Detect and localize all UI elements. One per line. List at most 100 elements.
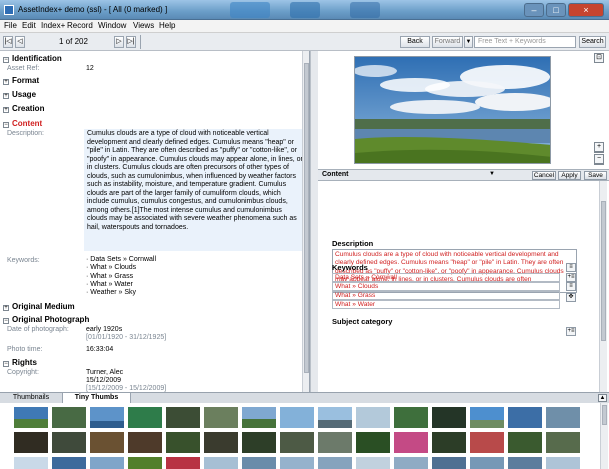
menu-help[interactable]: Help <box>159 21 175 30</box>
keywords-label: Keywords: <box>7 257 40 264</box>
menu-record[interactable]: Record <box>67 21 93 30</box>
expand-icon[interactable]: + <box>3 305 9 311</box>
toolbar: |◁ ◁ 1 of 202 ▷ ▷| Back Forward ▼ Free T… <box>0 33 609 51</box>
back-button[interactable]: Back <box>400 36 430 48</box>
forward-button[interactable]: Forward <box>432 36 463 48</box>
close-button[interactable]: × <box>568 3 604 17</box>
title-bar: AssetIndex+ demo (ssl) - [ All (0 marked… <box>0 0 609 20</box>
copyright-label: Copyright: <box>7 369 39 376</box>
thumbnail-row-1[interactable] <box>14 407 580 428</box>
menu-file[interactable]: File <box>4 21 17 30</box>
scrollbar-thumb[interactable] <box>304 63 309 373</box>
app-icon <box>4 5 14 15</box>
editor-toolbar: Content ▼ Cancel Apply Save <box>318 169 609 181</box>
expand-preview-icon[interactable]: ⊡ <box>594 53 604 63</box>
scrollbar-thumb[interactable] <box>602 405 607 425</box>
date-range-value: [01/01/1920 - 31/12/1925] <box>86 334 167 341</box>
toolbar-divider <box>140 35 141 49</box>
pin-icon[interactable]: ▲ <box>598 394 607 402</box>
expand-icon[interactable]: + <box>3 107 9 113</box>
section-original-photograph[interactable]: − Original Photograph <box>3 315 89 324</box>
description-label: Description: <box>7 130 44 137</box>
next-record-icon[interactable]: ▷ <box>114 36 124 48</box>
thumbnail-row-3[interactable] <box>14 457 580 469</box>
maximize-button[interactable]: □ <box>546 3 566 17</box>
search-mode-dropdown-icon[interactable]: ▼ <box>464 36 473 48</box>
expand-icon[interactable]: + <box>3 93 9 99</box>
collapse-icon[interactable]: − <box>3 122 9 128</box>
collapse-icon[interactable]: − <box>3 361 9 367</box>
thumbnail-grid <box>0 403 609 469</box>
first-record-icon[interactable]: |◁ <box>3 36 13 48</box>
section-original-medium[interactable]: + Original Medium <box>3 302 75 311</box>
editor-panel-label: Content <box>322 171 349 178</box>
search-button[interactable]: Search <box>579 36 606 48</box>
keyword-row[interactable]: Data Sets » Cornwall <box>332 273 560 282</box>
pane-splitter[interactable] <box>310 51 318 392</box>
keyword-row[interactable]: What » Clouds <box>332 282 560 291</box>
apply-button[interactable]: Apply <box>558 171 581 180</box>
collapse-icon[interactable]: − <box>3 57 9 63</box>
section-rights[interactable]: − Rights <box>3 358 37 367</box>
image-preview-panel: ⊡ ⟳ ▣ <box>318 51 609 169</box>
keyword-list-icon[interactable]: ≡ <box>566 282 576 291</box>
keywords-heading: Keywords <box>332 263 368 272</box>
section-format[interactable]: + Format <box>3 76 39 85</box>
keywords-list: · Data Sets » Cornwall · What » Clouds ·… <box>86 256 156 297</box>
section-identification[interactable]: − Identification <box>3 54 62 63</box>
scrollbar-thumb[interactable] <box>601 201 606 341</box>
record-position: 1 of 202 <box>59 37 88 46</box>
cancel-button[interactable]: Cancel <box>532 171 556 180</box>
keyword-item: · Weather » Sky <box>86 289 137 297</box>
keyword-row[interactable]: What » Grass <box>332 291 560 300</box>
editor-panel: Description Cumulus clouds are a type of… <box>318 181 609 392</box>
thumbnail-row-2[interactable] <box>14 432 580 453</box>
keyword-add-icon[interactable]: +≡ <box>566 273 576 282</box>
keyword-item: · What » Clouds <box>86 264 137 272</box>
thumbnail-tabs: Thumbnails Tiny Thumbs ▲ <box>0 392 609 404</box>
panel-dropdown-icon[interactable]: ▼ <box>489 171 495 177</box>
copyright-range-value: [15/12/2009 - 15/12/2009] <box>86 385 167 392</box>
landscape-photo <box>355 57 550 163</box>
zoom-in-icon[interactable]: + <box>594 142 604 152</box>
menu-views[interactable]: Views <box>133 21 154 30</box>
asset-ref-label: Asset Ref: <box>7 65 40 72</box>
keyword-item: · What » Water <box>86 280 133 288</box>
keyword-move-icon[interactable]: ✥ <box>566 293 576 302</box>
record-detail-panel: − Identification Asset Ref: 12 + Format + U… <box>0 51 310 392</box>
description-list-icon[interactable]: ≡ <box>566 263 576 272</box>
minimize-button[interactable]: – <box>524 3 544 17</box>
menu-window[interactable]: Window <box>98 21 126 30</box>
collapse-icon[interactable]: − <box>3 318 9 324</box>
subject-category-heading: Subject category <box>332 317 393 326</box>
search-input[interactable]: Free Text + Keywords <box>474 36 576 48</box>
zoom-out-icon[interactable]: − <box>594 154 604 164</box>
photo-time-value: 16:33:04 <box>86 346 114 353</box>
keyword-item: · What » Grass <box>86 272 134 280</box>
section-usage[interactable]: + Usage <box>3 90 36 99</box>
menu-edit[interactable]: Edit <box>22 21 36 30</box>
record-scrollbar[interactable] <box>302 51 309 392</box>
copyright-date-value: 15/12/2009 <box>86 377 122 384</box>
preview-image <box>354 56 551 164</box>
date-of-photograph-label: Date of photograph: <box>7 326 69 333</box>
keyword-row[interactable]: What » Water <box>332 300 560 309</box>
description-value: Cumulus clouds are a type of cloud with … <box>84 129 306 251</box>
section-creation[interactable]: + Creation <box>3 104 44 113</box>
photo-time-label: Photo time: <box>7 346 43 353</box>
keyword-item: · Data Sets » Cornwall <box>86 256 157 263</box>
window-title: AssetIndex+ demo (ssl) - [ All (0 marked… <box>18 5 168 14</box>
last-record-icon[interactable]: ▷| <box>126 36 136 48</box>
expand-icon[interactable]: + <box>3 79 9 85</box>
previous-record-icon[interactable]: ◁ <box>15 36 25 48</box>
section-content[interactable]: − Content <box>3 119 42 128</box>
thumbnail-images <box>14 407 580 469</box>
thumbnail-scrollbar[interactable] <box>600 403 608 469</box>
description-heading: Description <box>332 239 374 248</box>
menu-bar: File Edit Index+ Record Window Views Hel… <box>0 20 609 33</box>
subject-add-icon[interactable]: +≡ <box>566 327 576 336</box>
editor-scrollbar[interactable] <box>599 181 607 392</box>
menu-index[interactable]: Index+ <box>41 21 65 30</box>
save-button[interactable]: Save <box>584 171 607 180</box>
date-of-photograph-value: early 1920s <box>86 326 123 333</box>
